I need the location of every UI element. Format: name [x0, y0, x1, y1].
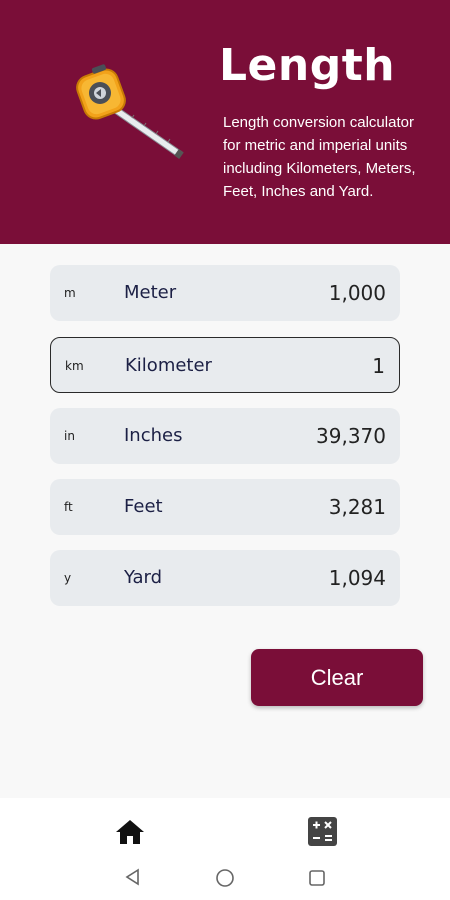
unit-name: Feet [124, 496, 163, 517]
unit-value-input[interactable]: 1 [372, 338, 385, 394]
unit-name: Meter [124, 282, 177, 303]
bottom-nav [0, 798, 450, 900]
unit-abbr: km [65, 359, 84, 373]
unit-value-input[interactable]: 1,094 [329, 550, 386, 606]
unit-row-meter[interactable]: m Meter 1,000 [50, 265, 400, 321]
unit-row-inches[interactable]: in Inches 39,370 [50, 408, 400, 464]
unit-abbr: y [64, 571, 72, 585]
header: Length Length conversion calculator for … [0, 0, 450, 244]
unit-abbr: ft [64, 500, 73, 514]
unit-row-yard[interactable]: y Yard 1,094 [50, 550, 400, 606]
unit-name: Inches [124, 425, 183, 446]
unit-abbr: m [64, 286, 76, 300]
clear-button[interactable]: Clear [251, 649, 423, 706]
home-circle-icon[interactable] [215, 868, 235, 888]
recents-icon[interactable] [308, 869, 326, 887]
home-icon[interactable] [115, 818, 145, 846]
unit-value-input[interactable]: 39,370 [316, 408, 386, 464]
back-icon[interactable] [124, 868, 142, 886]
unit-name: Yard [124, 567, 163, 588]
unit-value-input[interactable]: 1,000 [329, 265, 386, 321]
calculator-icon[interactable] [308, 817, 337, 846]
page-title: Length [219, 40, 396, 91]
unit-name: Kilometer [125, 355, 212, 376]
page-description: Length conversion calculator for metric … [223, 114, 416, 200]
unit-row-kilometer[interactable]: km Kilometer 1 [50, 337, 400, 393]
tape-measure-icon [76, 64, 184, 159]
unit-row-feet[interactable]: ft Feet 3,281 [50, 479, 400, 535]
unit-value-input[interactable]: 3,281 [329, 479, 386, 535]
unit-abbr: in [64, 429, 75, 443]
